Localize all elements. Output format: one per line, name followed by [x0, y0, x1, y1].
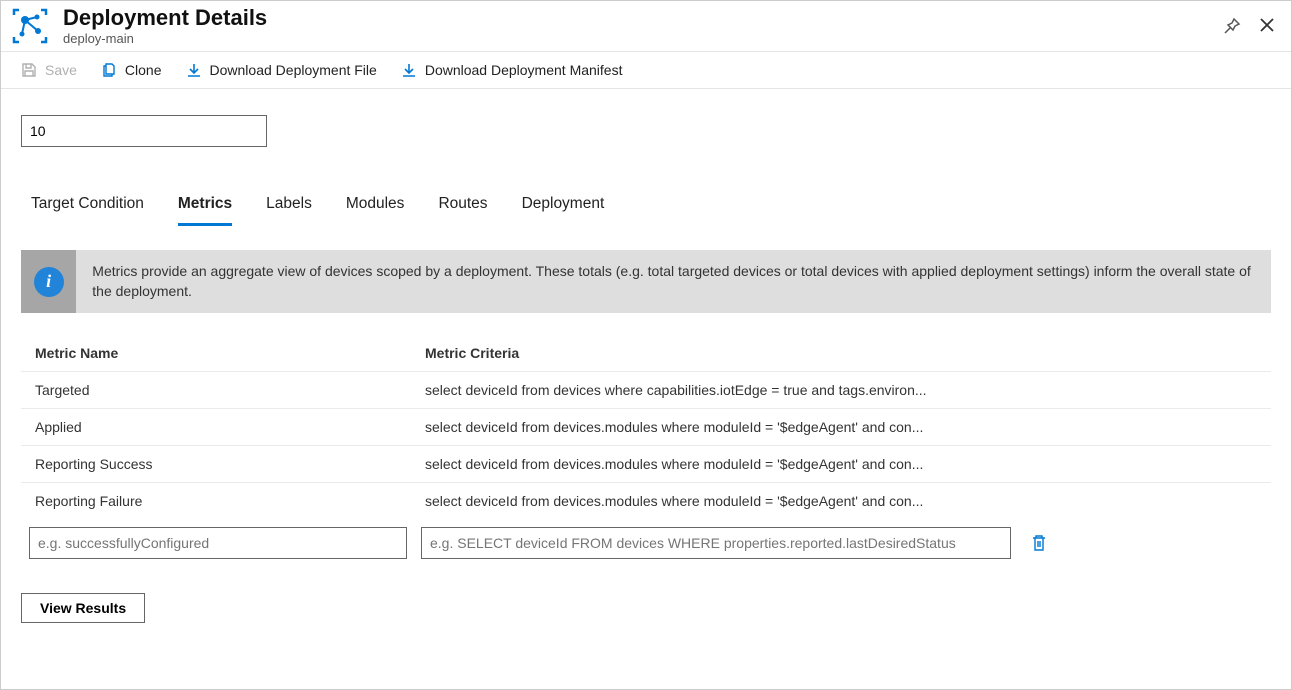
download-icon [401, 62, 417, 78]
metric-criteria-cell: select deviceId from devices.modules whe… [425, 419, 1025, 435]
table-header: Metric Name Metric Criteria [21, 335, 1271, 371]
new-metric-row [21, 527, 1271, 559]
metric-criteria-cell: select deviceId from devices where capab… [425, 382, 1025, 398]
tab-modules[interactable]: Modules [346, 195, 405, 226]
info-icon: i [34, 267, 64, 297]
priority-input[interactable] [21, 115, 267, 147]
content-area[interactable]: Target Condition Metrics Labels Modules … [1, 101, 1291, 689]
info-icon-wrap: i [21, 250, 76, 313]
app-icon [9, 5, 51, 47]
toolbar: Save Clone Download Deployment File Down… [1, 52, 1291, 89]
view-results-button[interactable]: View Results [21, 593, 145, 623]
header-metric-criteria: Metric Criteria [425, 345, 1257, 361]
metrics-table: Metric Name Metric Criteria Targeted sel… [21, 335, 1271, 559]
save-button: Save [21, 62, 77, 78]
tab-bar: Target Condition Metrics Labels Modules … [21, 195, 1271, 226]
clone-icon [101, 62, 117, 78]
tab-deployment[interactable]: Deployment [522, 195, 605, 226]
metric-name-cell: Reporting Success [35, 456, 425, 472]
delete-icon[interactable] [1031, 534, 1049, 552]
download-manifest-label: Download Deployment Manifest [425, 62, 623, 78]
tab-routes[interactable]: Routes [438, 195, 487, 226]
download-icon [186, 62, 202, 78]
metric-name-input[interactable] [29, 527, 407, 559]
table-row: Reporting Failure select deviceId from d… [21, 482, 1271, 519]
table-row: Targeted select deviceId from devices wh… [21, 371, 1271, 408]
save-icon [21, 62, 37, 78]
info-text: Metrics provide an aggregate view of dev… [76, 250, 1271, 313]
clone-label: Clone [125, 62, 162, 78]
deployment-details-page: Deployment Details deploy-main Save Clon… [0, 0, 1292, 690]
save-label: Save [45, 62, 77, 78]
metric-name-cell: Reporting Failure [35, 493, 425, 509]
metric-criteria-cell: select deviceId from devices.modules whe… [425, 493, 1025, 509]
tab-target-condition[interactable]: Target Condition [31, 195, 144, 226]
page-title: Deployment Details [63, 6, 267, 30]
tab-metrics[interactable]: Metrics [178, 195, 232, 226]
pin-icon[interactable] [1223, 17, 1241, 35]
page-header: Deployment Details deploy-main [1, 1, 1291, 52]
table-row: Applied select deviceId from devices.mod… [21, 408, 1271, 445]
page-subtitle: deploy-main [63, 32, 267, 46]
download-manifest-button[interactable]: Download Deployment Manifest [401, 62, 623, 78]
table-row: Reporting Success select deviceId from d… [21, 445, 1271, 482]
metric-criteria-cell: select deviceId from devices.modules whe… [425, 456, 1025, 472]
download-file-label: Download Deployment File [210, 62, 377, 78]
metric-name-cell: Targeted [35, 382, 425, 398]
tab-labels[interactable]: Labels [266, 195, 312, 226]
metric-name-cell: Applied [35, 419, 425, 435]
close-icon[interactable] [1259, 17, 1277, 35]
clone-button[interactable]: Clone [101, 62, 162, 78]
header-left: Deployment Details deploy-main [9, 5, 267, 47]
header-metric-name: Metric Name [35, 345, 425, 361]
metric-criteria-input[interactable] [421, 527, 1011, 559]
download-file-button[interactable]: Download Deployment File [186, 62, 377, 78]
info-banner: i Metrics provide an aggregate view of d… [21, 250, 1271, 313]
